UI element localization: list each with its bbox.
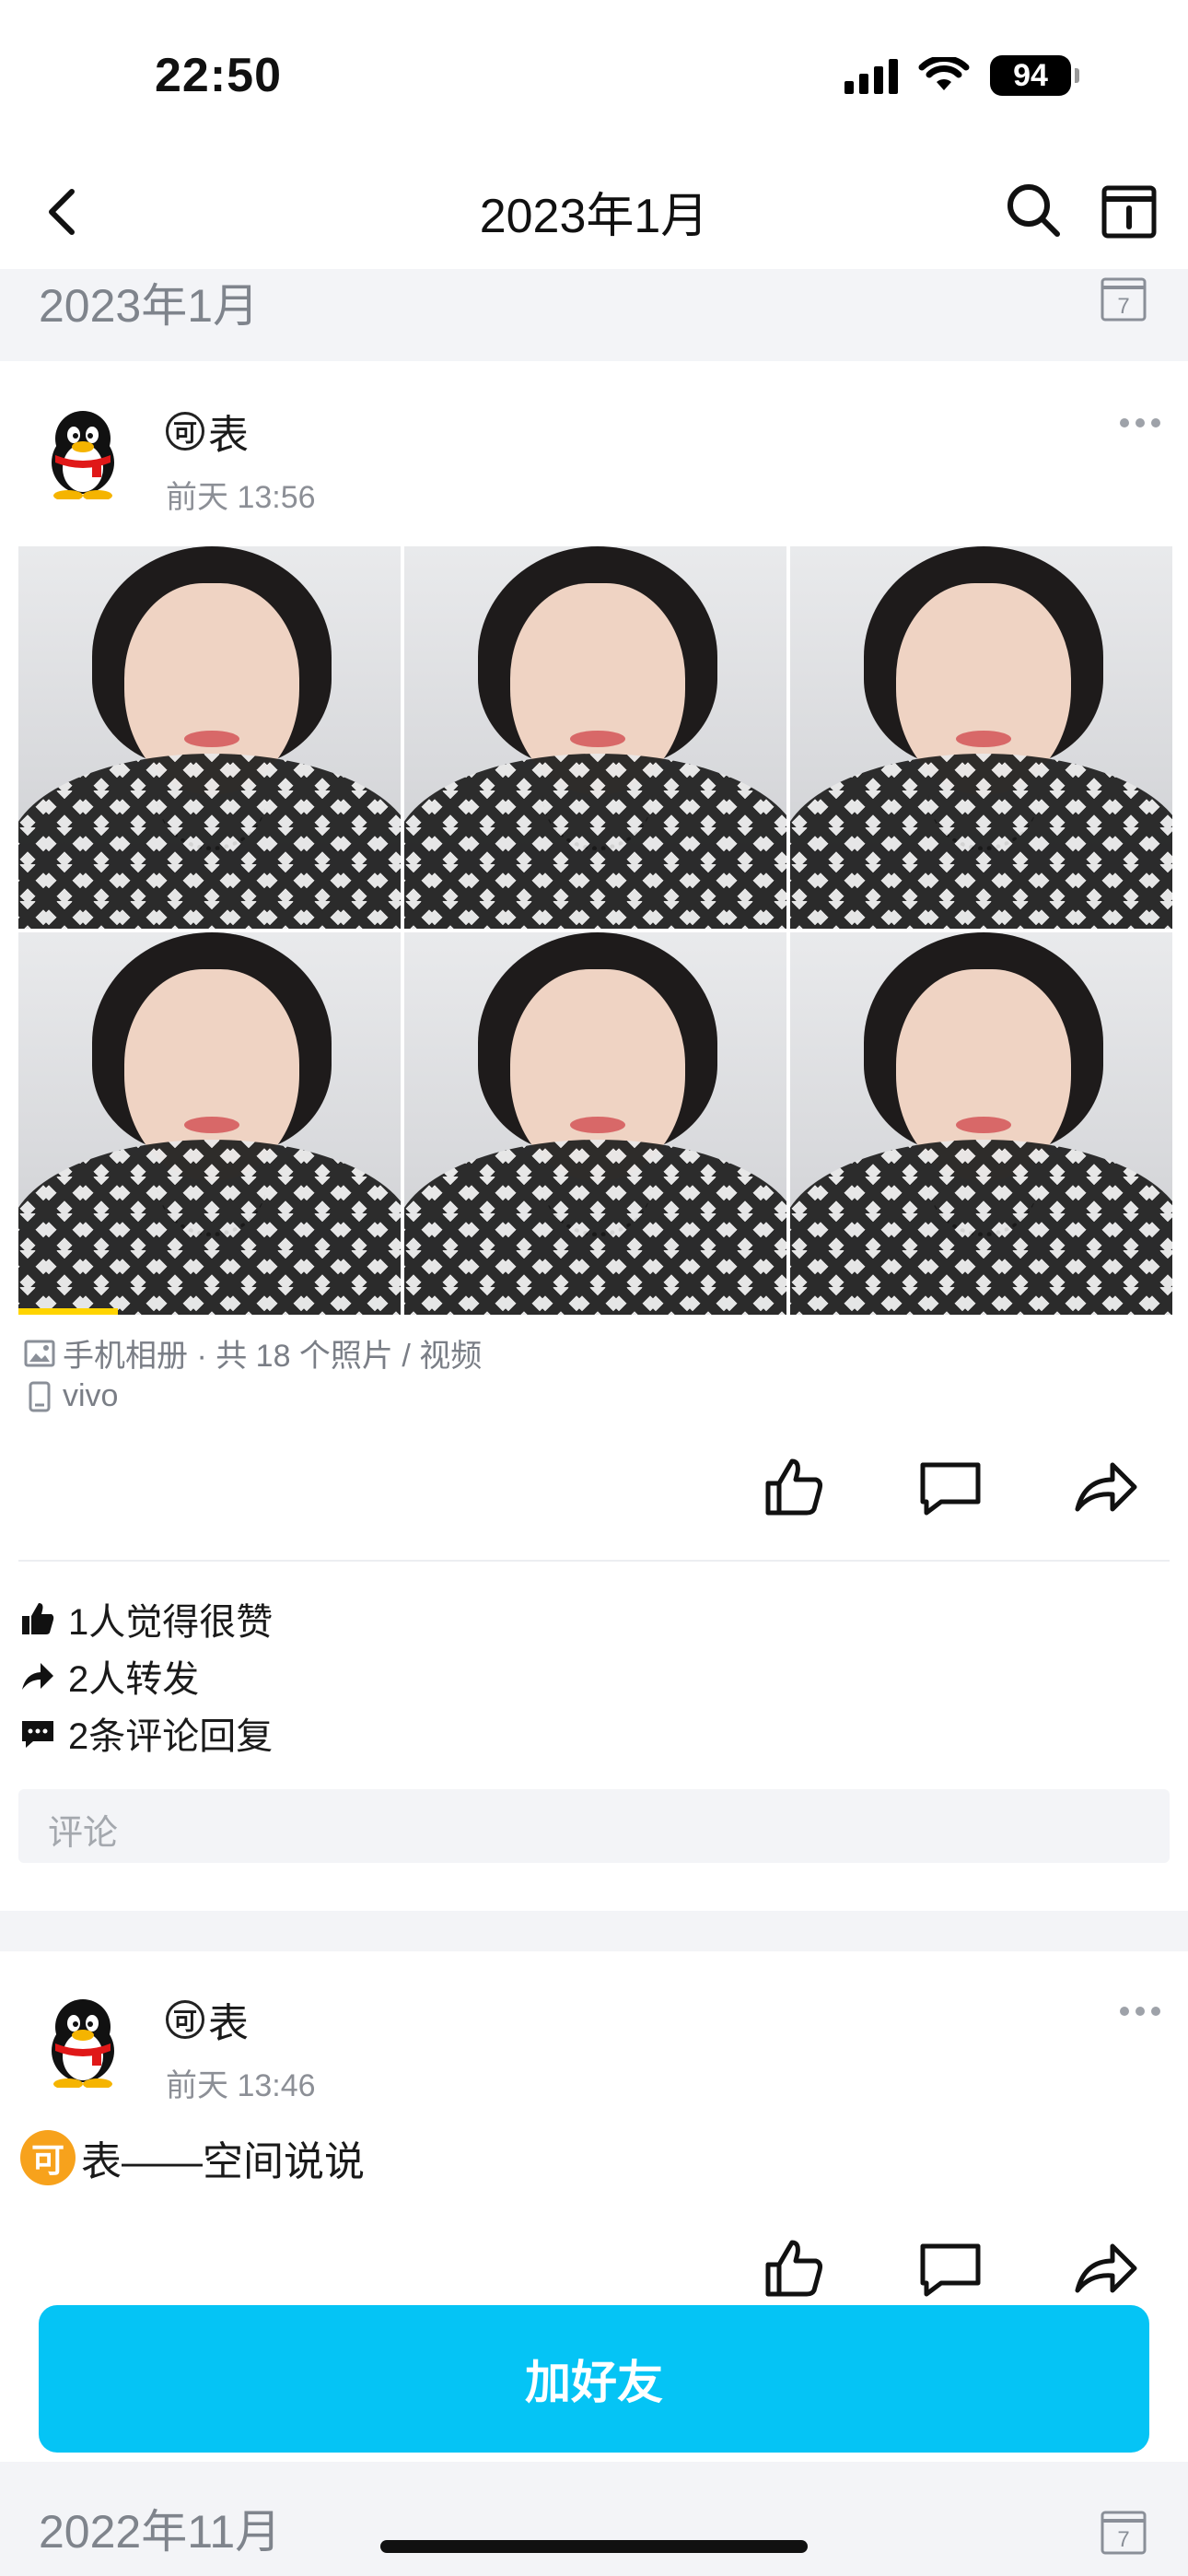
add-friend-button[interactable]: 加好友 xyxy=(39,2305,1149,2453)
album-text: 手机相册 · 共 18 个照片 / 视频 xyxy=(63,1339,483,1374)
share-filled-icon xyxy=(22,1663,53,1690)
comment-input[interactable]: 评论 xyxy=(18,1789,1170,1863)
photo-thumbnail[interactable] xyxy=(790,546,1172,929)
post-time: 前天 13:46 xyxy=(166,2068,316,2103)
comment-summary-text: 2条评论回复 xyxy=(68,1716,274,1757)
like-summary-text: 1人觉得很赞 xyxy=(68,1602,274,1643)
calendar-icon[interactable]: 7 xyxy=(1100,2508,1147,2556)
more-icon[interactable] xyxy=(1120,418,1160,431)
share-icon[interactable] xyxy=(1072,1454,1138,1520)
calendar-day: 7 xyxy=(1117,294,1129,319)
author-name[interactable]: 可 表 xyxy=(166,402,249,461)
share-summary-text: 2人转发 xyxy=(68,1659,200,1700)
share-icon[interactable] xyxy=(1072,2235,1138,2301)
avatar[interactable] xyxy=(41,1996,125,2088)
like-summary[interactable]: 1人觉得很赞 xyxy=(20,1592,273,1645)
divider xyxy=(18,1560,1170,1562)
search-icon[interactable] xyxy=(1004,181,1063,240)
section-header: 2022年11月 7 xyxy=(0,2462,1188,2576)
comment-icon[interactable] xyxy=(917,2235,984,2301)
more-icon[interactable] xyxy=(1120,2007,1160,2020)
post-text: 可 表——空间说说 xyxy=(20,2128,365,2187)
image-icon xyxy=(24,1340,55,1366)
signal-icon xyxy=(844,57,898,94)
like-icon[interactable] xyxy=(761,1454,827,1520)
author-badge: 可 xyxy=(166,412,204,451)
status-icons: 94 xyxy=(844,55,1079,96)
photo-thumbnail[interactable] xyxy=(790,932,1172,1315)
video-thumbnail[interactable] xyxy=(18,932,401,1315)
device-name: vivo xyxy=(63,1378,119,1413)
calendar-icon[interactable]: 7 xyxy=(1100,275,1147,322)
battery-level: 94 xyxy=(990,55,1071,96)
like-icon[interactable] xyxy=(761,2235,827,2301)
home-indicator[interactable] xyxy=(380,2540,808,2553)
author-name-text: 表 xyxy=(208,2001,249,2046)
share-summary[interactable]: 2人转发 xyxy=(20,1649,199,1703)
video-progress-bar xyxy=(18,1308,118,1315)
photo-thumbnail[interactable] xyxy=(18,546,401,929)
author-name-text: 表 xyxy=(208,413,249,458)
album-info[interactable]: 手机相册 · 共 18 个照片 / 视频 xyxy=(24,1330,482,1376)
section-header: 2023年1月 7 xyxy=(0,269,1188,361)
photo-grid xyxy=(18,546,1172,1315)
calendar-icon[interactable] xyxy=(1100,181,1159,240)
section-title: 2022年11月 xyxy=(39,2506,282,2558)
status-bar: 22:50 94 xyxy=(0,0,1188,157)
post-separator xyxy=(0,1911,1188,1951)
comment-summary[interactable]: 2条评论回复 xyxy=(20,1706,273,1760)
ke-badge: 可 xyxy=(20,2130,76,2185)
navigation-bar: 2023年1月 xyxy=(0,157,1188,269)
photo-thumbnail[interactable] xyxy=(404,932,786,1315)
battery-icon: 94 xyxy=(990,55,1079,96)
calendar-day: 7 xyxy=(1117,2527,1129,2552)
device-info: vivo xyxy=(24,1378,118,1414)
comment-icon[interactable] xyxy=(917,1454,984,1520)
author-name[interactable]: 可 表 xyxy=(166,1990,249,2049)
avatar[interactable] xyxy=(41,407,125,499)
comment-placeholder: 评论 xyxy=(48,1814,119,1853)
photo-thumbnail[interactable] xyxy=(404,546,786,929)
comment-filled-icon xyxy=(22,1721,53,1748)
author-badge: 可 xyxy=(166,2000,204,2039)
phone-icon xyxy=(29,1381,51,1411)
post-text-content: 表——空间说说 xyxy=(81,2139,365,2184)
like-filled-icon xyxy=(22,1603,54,1634)
post-time: 前天 13:56 xyxy=(166,480,316,515)
status-time: 22:50 xyxy=(155,49,282,102)
wifi-icon xyxy=(918,57,970,90)
section-title: 2023年1月 xyxy=(39,280,260,332)
